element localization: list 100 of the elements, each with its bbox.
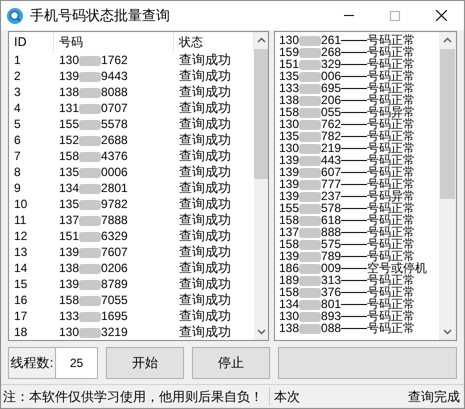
result-status: 号码正常 <box>367 322 416 334</box>
result-status: 号码正常 <box>367 130 416 142</box>
result-row[interactable]: 138 088 号码正常 <box>279 322 439 334</box>
result-row[interactable]: 158 376 号码正常 <box>279 286 439 298</box>
status-cell-text: 查询成功 <box>178 260 231 276</box>
table-row[interactable]: 11 137 7888 查询成功 <box>9 212 254 228</box>
dash-line <box>341 158 368 162</box>
result-row[interactable]: 139 237 号码异常 <box>279 190 439 202</box>
dash-line <box>341 134 368 138</box>
result-row[interactable]: 158 055 号码异常 <box>279 106 439 118</box>
result-row[interactable]: 130 261 号码正常 <box>279 34 439 46</box>
table-row[interactable]: 2 139 9443 查询成功 <box>9 68 254 84</box>
result-row[interactable]: 139 443 号码正常 <box>279 154 439 166</box>
phone-suffix: 009 <box>321 262 342 274</box>
table-row[interactable]: 8 135 0006 查询成功 <box>9 164 254 180</box>
status-cell-text: 查询成功 <box>178 308 231 324</box>
scroll-up-icon[interactable] <box>443 37 452 43</box>
dash-line <box>341 182 368 186</box>
result-row[interactable]: 186 009 空号或停机 <box>279 262 439 274</box>
result-row[interactable]: 138 206 号码正常 <box>279 94 439 106</box>
result-row[interactable]: 130 762 号码正常 <box>279 118 439 130</box>
phone-suffix: 219 <box>321 142 342 154</box>
table-row[interactable]: 9 134 2801 查询成功 <box>9 180 254 196</box>
result-row[interactable]: 155 578 号码正常 <box>279 202 439 214</box>
table-row[interactable]: 17 133 1695 查询成功 <box>9 308 254 324</box>
table-row[interactable]: 15 139 8789 查询成功 <box>9 276 254 292</box>
blurred-digits <box>79 262 102 274</box>
scroll-down-icon[interactable] <box>443 329 452 335</box>
blurred-digits <box>299 82 322 94</box>
phone-suffix: 376 <box>321 286 342 298</box>
table-row[interactable]: 18 130 3219 查询成功 <box>9 324 254 340</box>
scroll-up-icon[interactable] <box>257 37 266 43</box>
phone-suffix: 5578 <box>101 116 128 132</box>
column-header[interactable]: 号码 <box>54 32 174 51</box>
id-cell-text: 11 <box>13 212 28 228</box>
table-row[interactable]: 7 158 4376 查询成功 <box>9 148 254 164</box>
dash-line <box>341 110 368 114</box>
table-row[interactable]: 14 138 0206 查询成功 <box>9 260 254 276</box>
blurred-digits <box>299 202 322 214</box>
phone-suffix: 2688 <box>101 132 128 148</box>
scrollbar[interactable] <box>254 32 268 340</box>
phone-prefix: 155 <box>279 202 300 214</box>
id-cell-text: 10 <box>13 196 28 212</box>
phone-suffix: 4376 <box>101 148 128 164</box>
table-row[interactable]: 12 151 6329 查询成功 <box>9 228 254 244</box>
phone-suffix: 088 <box>321 322 342 334</box>
result-row[interactable]: 139 607 号码正常 <box>279 166 439 178</box>
blurred-digits <box>299 322 322 334</box>
table-row[interactable]: 10 135 9782 查询成功 <box>9 196 254 212</box>
phone-prefix: 158 <box>59 148 80 164</box>
result-row[interactable]: 135 782 号码正常 <box>279 130 439 142</box>
result-row[interactable]: 189 313 号码正常 <box>279 274 439 286</box>
action-button[interactable]: 停止 <box>192 347 270 379</box>
result-row[interactable]: 139 777 号码正常 <box>279 178 439 190</box>
result-row[interactable]: 130 893 号码正常 <box>279 310 439 322</box>
table-row[interactable]: 6 152 2688 查询成功 <box>9 132 254 148</box>
result-row[interactable]: 134 801 号码正常 <box>279 298 439 310</box>
result-status: 号码正常 <box>367 202 416 214</box>
phone-suffix: 2801 <box>101 180 128 196</box>
dash-line <box>341 278 368 282</box>
blurred-digits <box>79 214 102 226</box>
phone-prefix: 158 <box>59 292 80 308</box>
action-button[interactable]: 开始 <box>106 347 184 379</box>
phone-prefix: 152 <box>59 132 80 148</box>
table-row[interactable]: 3 138 8088 查询成功 <box>9 84 254 100</box>
phone-prefix: 130 <box>279 34 300 46</box>
result-row[interactable]: 158 618 号码正常 <box>279 214 439 226</box>
scrollbar[interactable] <box>439 32 456 340</box>
phone-suffix: 8789 <box>101 276 128 292</box>
blurred-digits <box>299 94 322 106</box>
table-row[interactable]: 16 158 7055 查询成功 <box>9 292 254 308</box>
result-row[interactable]: 130 219 号码正常 <box>279 142 439 154</box>
scroll-down-icon[interactable] <box>257 329 266 335</box>
phone-suffix: 443 <box>321 154 342 166</box>
phone-suffix: 313 <box>321 274 342 286</box>
result-row[interactable]: 137 888 号码正常 <box>279 226 439 238</box>
phone-prefix: 131 <box>59 100 80 116</box>
blurred-digits <box>299 154 322 166</box>
table-row[interactable]: 5 155 5578 查询成功 <box>9 116 254 132</box>
id-cell-text: 3 <box>13 84 22 100</box>
id-cell-text: 6 <box>13 132 22 148</box>
blurred-digits <box>299 274 322 286</box>
result-row[interactable]: 135 006 号码正常 <box>279 70 439 82</box>
result-row[interactable]: 133 695 号码正常 <box>279 82 439 94</box>
phone-prefix: 135 <box>59 164 80 180</box>
threads-field[interactable]: 25 <box>55 348 97 378</box>
phone-prefix: 151 <box>279 58 300 70</box>
phone-prefix: 135 <box>59 196 80 212</box>
result-row[interactable]: 151 329 号码正常 <box>279 58 439 70</box>
table-row[interactable]: 1 130 1762 查询成功 <box>9 52 254 68</box>
blurred-digits <box>299 250 322 262</box>
table-row[interactable]: 13 139 7607 查询成功 <box>9 244 254 260</box>
result-row[interactable]: 159 268 号码正常 <box>279 46 439 58</box>
result-status: 号码正常 <box>367 82 416 94</box>
blurred-digits <box>299 130 322 142</box>
result-row[interactable]: 158 575 号码正常 <box>279 238 439 250</box>
table-row[interactable]: 4 131 0707 查询成功 <box>9 100 254 116</box>
column-header[interactable]: ID <box>9 32 54 51</box>
result-row[interactable]: 139 789 号码正常 <box>279 250 439 262</box>
phone-suffix: 0707 <box>101 100 128 116</box>
